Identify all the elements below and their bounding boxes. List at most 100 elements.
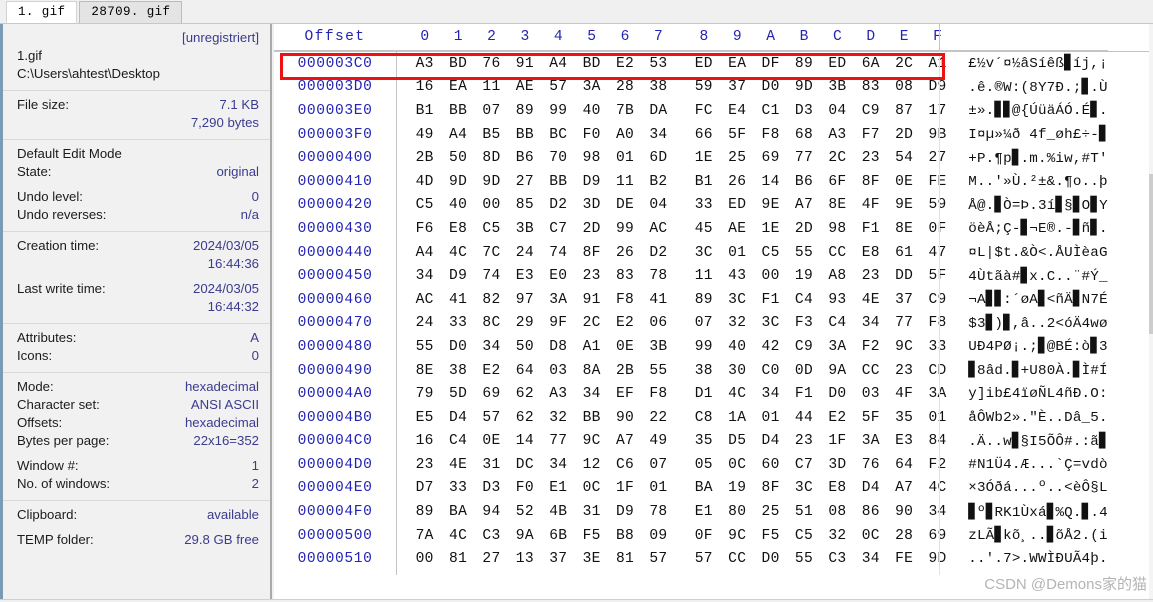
hex-byte[interactable]: C5	[475, 221, 508, 237]
hex-byte[interactable]: E8	[821, 480, 854, 496]
hex-byte[interactable]: 6A	[854, 56, 887, 72]
hex-byte[interactable]: 38	[441, 363, 474, 379]
hex-byte[interactable]: BD	[441, 56, 474, 72]
hex-byte[interactable]: 1A	[721, 410, 754, 426]
hex-byte[interactable]: F2	[854, 339, 887, 355]
hex-byte[interactable]: 57	[687, 551, 720, 567]
hex-viewer[interactable]: Offset 0123456789ABCDEF 000003C0 A3 BD 76 91…	[274, 24, 1153, 602]
hex-byte[interactable]: F8	[642, 386, 675, 402]
hex-byte[interactable]: 51	[787, 504, 820, 520]
hex-byte[interactable]: 57	[475, 410, 508, 426]
hex-byte[interactable]: 8F	[854, 174, 887, 190]
hex-byte[interactable]: E5	[408, 410, 441, 426]
hex-byte[interactable]: C4	[787, 292, 820, 308]
hex-byte[interactable]: 4B	[542, 504, 575, 520]
hex-byte[interactable]: 62	[508, 386, 541, 402]
hex-byte[interactable]: 0E	[608, 339, 641, 355]
hex-byte[interactable]: FE	[921, 174, 954, 190]
hex-byte[interactable]: 9A	[821, 363, 854, 379]
hex-byte[interactable]: 37	[887, 292, 920, 308]
hex-byte[interactable]: 0C	[721, 457, 754, 473]
hex-byte[interactable]: 05	[687, 457, 720, 473]
hex-byte[interactable]: 34	[575, 386, 608, 402]
hex-byte[interactable]: E1	[542, 480, 575, 496]
hex-byte[interactable]: 76	[854, 457, 887, 473]
hex-byte[interactable]: 91	[508, 56, 541, 72]
hex-byte[interactable]: BB	[508, 127, 541, 143]
hex-byte[interactable]: 93	[821, 292, 854, 308]
hex-byte[interactable]: 27	[921, 150, 954, 166]
hex-byte[interactable]: 17	[921, 103, 954, 119]
hex-row[interactable]: 000003C0 A3 BD 76 91 A4 BD E2 53 ED EA DF 89 ED 6A 2C A1…	[274, 52, 1108, 76]
hex-byte[interactable]: 34	[408, 268, 441, 284]
hex-byte[interactable]: 57	[642, 551, 675, 567]
hex-byte[interactable]: 64	[508, 363, 541, 379]
hex-byte[interactable]: D0	[754, 551, 787, 567]
hex-byte[interactable]: 0F	[921, 221, 954, 237]
hex-byte[interactable]: 62	[508, 410, 541, 426]
hex-byte[interactable]: 5F	[721, 127, 754, 143]
hex-byte[interactable]: 6F	[821, 174, 854, 190]
hex-byte[interactable]: 85	[508, 197, 541, 213]
hex-byte[interactable]: 33	[441, 315, 474, 331]
hex-byte[interactable]: 55	[787, 245, 820, 261]
hex-byte[interactable]: 0E	[475, 433, 508, 449]
hex-byte[interactable]: 74	[542, 245, 575, 261]
hex-byte[interactable]: 2C	[575, 315, 608, 331]
hex-byte[interactable]: D5	[721, 433, 754, 449]
hex-byte[interactable]: F1	[854, 221, 887, 237]
hex-row[interactable]: 000004B0 E5 D4 57 62 32 BB 90 22 C8 1A 01 44 E2 5F 35 01…	[274, 406, 1108, 430]
hex-byte[interactable]: E1	[687, 504, 720, 520]
hex-byte[interactable]: 11	[608, 174, 641, 190]
hex-byte[interactable]: 07	[642, 457, 675, 473]
hex-byte[interactable]: 8E	[821, 197, 854, 213]
hex-byte[interactable]: 1E	[687, 150, 720, 166]
hex-byte[interactable]: 83	[854, 79, 887, 95]
hex-byte[interactable]: 5F	[921, 268, 954, 284]
hex-byte[interactable]: 89	[508, 103, 541, 119]
hex-byte[interactable]: 13	[508, 551, 541, 567]
hex-byte[interactable]: A3	[408, 56, 441, 72]
hex-byte[interactable]: 76	[475, 56, 508, 72]
hex-byte[interactable]: BB	[575, 410, 608, 426]
hex-byte[interactable]: F8	[608, 292, 641, 308]
hex-byte[interactable]: F7	[854, 127, 887, 143]
hex-byte[interactable]: 55	[642, 363, 675, 379]
hex-byte[interactable]: 06	[642, 315, 675, 331]
hex-row[interactable]: 00000410 4D 9D 9D 27 BB D9 11 B2 B1 26 14 B6 6F 8F 0E FE…	[274, 170, 1108, 194]
hex-byte[interactable]: 1F	[608, 480, 641, 496]
hex-byte[interactable]: EA	[721, 56, 754, 72]
hex-byte[interactable]: 33	[921, 339, 954, 355]
hex-byte[interactable]: 03	[542, 363, 575, 379]
hex-byte[interactable]: 84	[921, 433, 954, 449]
hex-byte[interactable]: F8	[754, 127, 787, 143]
hex-byte[interactable]: C5	[408, 197, 441, 213]
hex-byte[interactable]: ED	[687, 56, 720, 72]
hex-byte[interactable]: 29	[508, 315, 541, 331]
hex-byte[interactable]: FC	[687, 103, 720, 119]
hex-byte[interactable]: D2	[642, 245, 675, 261]
hex-byte[interactable]: 4F	[854, 197, 887, 213]
hex-byte[interactable]: B6	[508, 150, 541, 166]
hex-byte[interactable]: F0	[575, 127, 608, 143]
hex-byte[interactable]: 7A	[408, 528, 441, 544]
hex-row[interactable]: 000004D0 23 4E 31 DC 34 12 C6 07 05 0C 60 C7 3D 76 64 F2…	[274, 453, 1108, 477]
hex-byte[interactable]: 3C	[787, 480, 820, 496]
hex-byte[interactable]: 11	[687, 268, 720, 284]
hex-byte[interactable]: 91	[575, 292, 608, 308]
hex-byte[interactable]: 4C	[721, 386, 754, 402]
hex-row[interactable]: 000004C0 16 C4 0E 14 77 9C A7 49 35 D5 D4 23 1F 3A E3 84…	[274, 430, 1108, 454]
hex-byte[interactable]: 3A	[575, 79, 608, 95]
hex-byte[interactable]: 38	[687, 363, 720, 379]
scrollbar-thumb[interactable]	[1149, 174, 1153, 334]
hex-byte[interactable]: 89	[408, 504, 441, 520]
hex-row[interactable]: 00000430 F6 E8 C5 3B C7 2D 99 AC 45 AE 1E 2D 98 F1 8E 0F…	[274, 217, 1108, 241]
hex-byte[interactable]: 07	[475, 103, 508, 119]
hex-byte[interactable]: DD	[887, 268, 920, 284]
hex-byte[interactable]: 45	[687, 221, 720, 237]
hex-byte[interactable]: 53	[642, 56, 675, 72]
hex-row[interactable]: 00000440 A4 4C 7C 24 74 8F 26 D2 3C 01 C5 55 CC E8 61 47…	[274, 241, 1108, 265]
hex-byte[interactable]: B1	[687, 174, 720, 190]
hex-byte[interactable]: 3C	[687, 245, 720, 261]
hex-byte[interactable]: 3C	[754, 315, 787, 331]
